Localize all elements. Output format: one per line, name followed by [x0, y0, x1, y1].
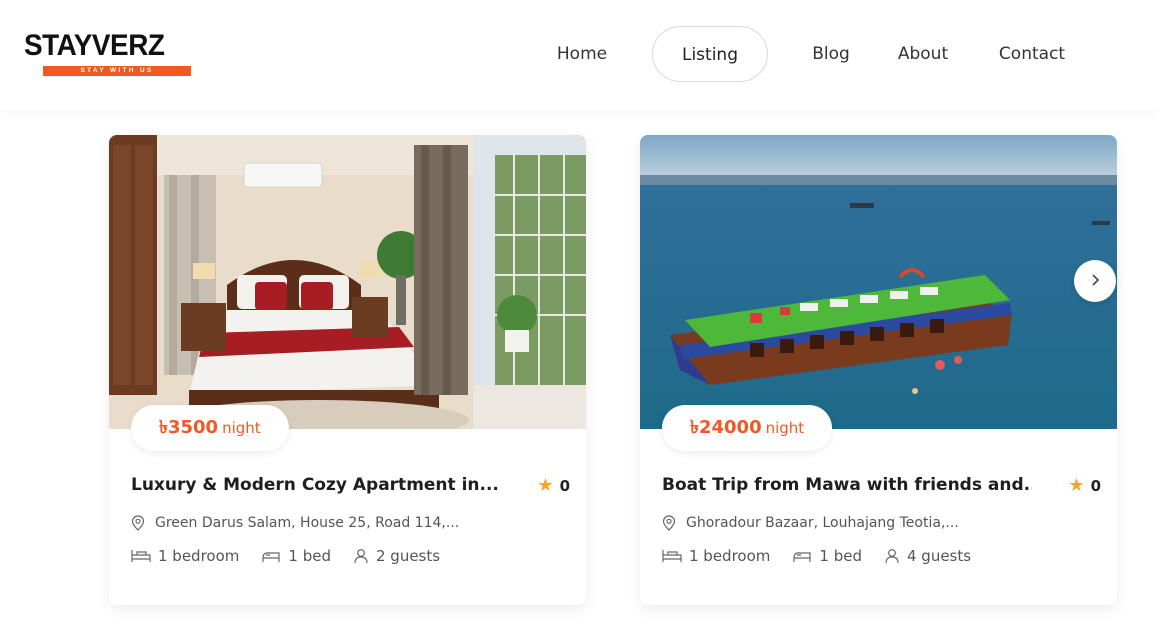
- bed-icon: [131, 549, 151, 563]
- listing-title[interactable]: Luxury & Modern Cozy Apartment in...: [131, 475, 501, 495]
- main-nav: Home Listing Blog About Contact: [0, 26, 1157, 82]
- feature-guests: 4 guests: [884, 547, 971, 565]
- price-amount: ৳3500: [159, 416, 219, 438]
- feature-beds: 1 bed: [792, 547, 862, 565]
- nav-blog[interactable]: Blog: [796, 26, 866, 82]
- address-text: Green Darus Salam, House 25, Road 114,..…: [155, 515, 460, 531]
- rating-value: 0: [1090, 477, 1101, 495]
- nav-listing[interactable]: Listing: [652, 26, 768, 82]
- listing-address: Ghoradour Bazaar, Louhajang Teotia,...: [662, 515, 959, 531]
- feature-bedrooms: 1 bedroom: [131, 547, 239, 565]
- beds-text: 1 bed: [288, 547, 331, 565]
- user-icon: [353, 548, 369, 564]
- nav-about[interactable]: About: [884, 26, 962, 82]
- beds-text: 1 bed: [819, 547, 862, 565]
- price-amount: ৳24000: [690, 416, 762, 438]
- price-unit: night: [222, 419, 261, 437]
- price-badge: ৳3500 night: [131, 405, 289, 451]
- houseboat-photo[interactable]: [640, 135, 1117, 429]
- star-icon: ★: [537, 475, 554, 496]
- guests-text: 2 guests: [375, 547, 441, 565]
- listing-title[interactable]: Boat Trip from Mawa with friends and...: [662, 475, 1032, 495]
- listing-address: Green Darus Salam, House 25, Road 114,..…: [131, 515, 459, 531]
- listing-card[interactable]: ৳3500 night Luxury & Modern Cozy Apartme…: [109, 135, 586, 605]
- feature-bedrooms: 1 bedroom: [662, 547, 770, 565]
- location-pin-icon: [662, 515, 676, 531]
- bed-icon: [662, 549, 682, 563]
- location-pin-icon: [131, 515, 145, 531]
- guests-text: 4 guests: [906, 547, 972, 565]
- single-bed-icon: [261, 549, 281, 563]
- rating: ★ 0: [1068, 475, 1101, 496]
- nav-home[interactable]: Home: [540, 26, 624, 82]
- carousel-next-button[interactable]: [1074, 260, 1116, 302]
- listing-features: 1 bedroom 1 bed 2 guests: [131, 547, 462, 565]
- listing-card[interactable]: ৳24000 night Boat Trip from Mawa with fr…: [640, 135, 1117, 605]
- site-header: STAYVERZ STAY WITH US Home Listing Blog …: [0, 0, 1157, 110]
- user-icon: [884, 548, 900, 564]
- nav-contact[interactable]: Contact: [982, 26, 1082, 82]
- listing-features: 1 bedroom 1 bed 4 guests: [662, 547, 993, 565]
- star-icon: ★: [1068, 475, 1085, 496]
- feature-beds: 1 bed: [261, 547, 331, 565]
- rating-value: 0: [559, 477, 570, 495]
- price-unit: night: [765, 419, 805, 437]
- bedroom-photo[interactable]: [109, 135, 586, 429]
- chevron-right-icon: [1090, 271, 1100, 292]
- address-text: Ghoradour Bazaar, Louhajang Teotia,...: [686, 515, 959, 531]
- bedrooms-text: 1 bedroom: [158, 547, 240, 565]
- single-bed-icon: [792, 549, 812, 563]
- rating: ★ 0: [537, 475, 570, 496]
- bedrooms-text: 1 bedroom: [689, 547, 771, 565]
- price-badge: ৳24000 night: [662, 405, 833, 451]
- feature-guests: 2 guests: [353, 547, 440, 565]
